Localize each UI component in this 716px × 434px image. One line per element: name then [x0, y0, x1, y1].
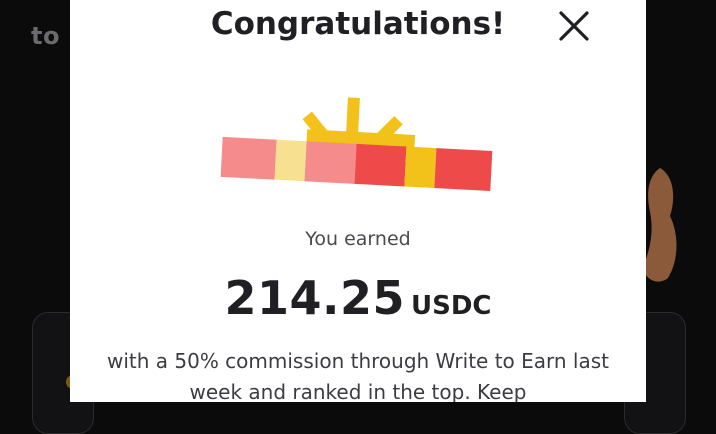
congratulations-dialog: Congratulations! You earned 214.25USDC w… — [70, 0, 646, 402]
hand-icon — [640, 168, 680, 283]
reward-description: with a 50% commission through Write to E… — [98, 346, 618, 402]
amount-value: 214.25 — [224, 271, 405, 325]
earnings-amount: 214.25USDC — [70, 268, 646, 339]
background-partial-text: to — [31, 22, 60, 50]
close-icon[interactable] — [556, 8, 592, 44]
earned-label: You earned — [70, 226, 646, 252]
currency-label: USDC — [411, 291, 492, 321]
gift-box-icon — [220, 96, 496, 212]
